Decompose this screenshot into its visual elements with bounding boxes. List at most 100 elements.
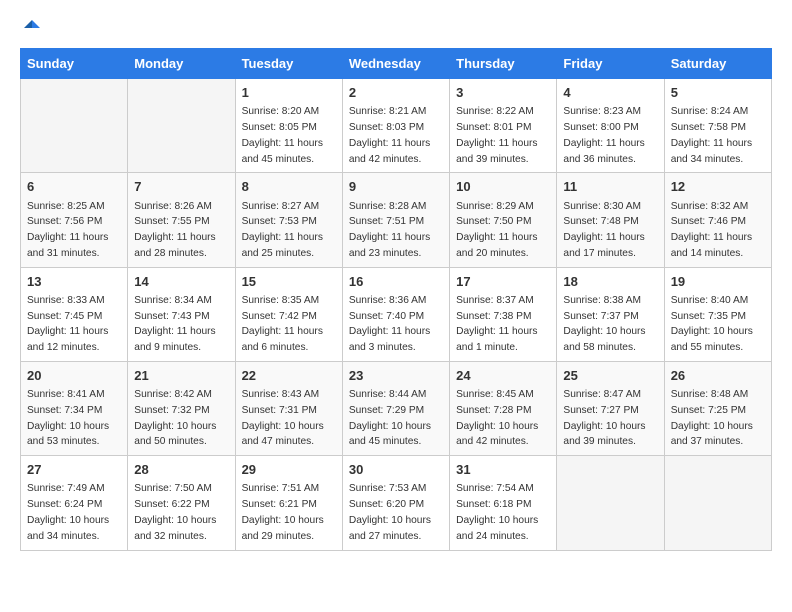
- day-number: 15: [242, 273, 336, 291]
- header-day-tuesday: Tuesday: [235, 49, 342, 79]
- day-number: 2: [349, 84, 443, 102]
- day-cell: [128, 79, 235, 173]
- day-cell: 2 Sunrise: 8:21 AM Sunset: 8:03 PM Daylig…: [342, 79, 449, 173]
- day-number: 11: [563, 178, 657, 196]
- day-number: 16: [349, 273, 443, 291]
- day-cell: 14Sunrise: 8:34 AM Sunset: 7:43 PM Dayli…: [128, 267, 235, 361]
- day-number: 17: [456, 273, 550, 291]
- header-day-saturday: Saturday: [664, 49, 771, 79]
- day-cell: 4 Sunrise: 8:23 AM Sunset: 8:00 PM Daylig…: [557, 79, 664, 173]
- day-number: 13: [27, 273, 121, 291]
- day-number: 19: [671, 273, 765, 291]
- day-cell: 7 Sunrise: 8:26 AM Sunset: 7:55 PM Daylig…: [128, 173, 235, 267]
- week-row-3: 13 Sunrise: 8:33 AM Sunset: 7:45 PM Dayli…: [21, 267, 772, 361]
- day-cell: 26 Sunrise: 8:48 AM Sunset: 7:25 PM Dayli…: [664, 361, 771, 455]
- header-day-friday: Friday: [557, 49, 664, 79]
- day-info: Sunrise: 7:51 AM Sunset: 6:21 PM Dayligh…: [242, 483, 324, 541]
- day-cell: 21Sunrise: 8:42 AM Sunset: 7:32 PM Dayli…: [128, 361, 235, 455]
- day-info: Sunrise: 8:25 AM Sunset: 7:56 PM Dayligh…: [27, 201, 108, 259]
- day-cell: 12Sunrise: 8:32 AM Sunset: 7:46 PM Dayli…: [664, 173, 771, 267]
- day-number: 8: [242, 178, 336, 196]
- day-info: Sunrise: 8:36 AM Sunset: 7:40 PM Dayligh…: [349, 295, 430, 353]
- day-number: 22: [242, 367, 336, 385]
- day-number: 31: [456, 461, 550, 479]
- day-cell: 6 Sunrise: 8:25 AM Sunset: 7:56 PM Daylig…: [21, 173, 128, 267]
- day-number: 5: [671, 84, 765, 102]
- day-number: 7: [134, 178, 228, 196]
- day-cell: 9 Sunrise: 8:28 AM Sunset: 7:51 PM Daylig…: [342, 173, 449, 267]
- day-info: Sunrise: 8:40 AM Sunset: 7:35 PM Dayligh…: [671, 295, 753, 353]
- day-info: Sunrise: 8:23 AM Sunset: 8:00 PM Dayligh…: [563, 106, 644, 164]
- day-cell: 1Sunrise: 8:20 AM Sunset: 8:05 PM Daylig…: [235, 79, 342, 173]
- day-info: Sunrise: 8:45 AM Sunset: 7:28 PM Dayligh…: [456, 389, 538, 447]
- day-info: Sunrise: 8:26 AM Sunset: 7:55 PM Dayligh…: [134, 201, 215, 259]
- day-info: Sunrise: 8:27 AM Sunset: 7:53 PM Dayligh…: [242, 201, 323, 259]
- day-info: Sunrise: 8:47 AM Sunset: 7:27 PM Dayligh…: [563, 389, 645, 447]
- day-info: Sunrise: 8:30 AM Sunset: 7:48 PM Dayligh…: [563, 201, 644, 259]
- day-info: Sunrise: 7:54 AM Sunset: 6:18 PM Dayligh…: [456, 483, 538, 541]
- week-row-2: 6 Sunrise: 8:25 AM Sunset: 7:56 PM Daylig…: [21, 173, 772, 267]
- day-info: Sunrise: 8:22 AM Sunset: 8:01 PM Dayligh…: [456, 106, 537, 164]
- day-number: 6: [27, 178, 121, 196]
- day-cell: 20 Sunrise: 8:41 AM Sunset: 7:34 PM Dayli…: [21, 361, 128, 455]
- day-cell: [557, 456, 664, 550]
- day-number: 4: [563, 84, 657, 102]
- day-info: Sunrise: 8:21 AM Sunset: 8:03 PM Dayligh…: [349, 106, 430, 164]
- day-cell: 18Sunrise: 8:38 AM Sunset: 7:37 PM Dayli…: [557, 267, 664, 361]
- day-cell: 24 Sunrise: 8:45 AM Sunset: 7:28 PM Dayli…: [450, 361, 557, 455]
- day-info: Sunrise: 7:53 AM Sunset: 6:20 PM Dayligh…: [349, 483, 431, 541]
- day-number: 10: [456, 178, 550, 196]
- calendar-table: SundayMondayTuesdayWednesdayThursdayFrid…: [20, 48, 772, 551]
- header-day-wednesday: Wednesday: [342, 49, 449, 79]
- day-info: Sunrise: 8:41 AM Sunset: 7:34 PM Dayligh…: [27, 389, 109, 447]
- day-info: Sunrise: 8:32 AM Sunset: 7:46 PM Dayligh…: [671, 201, 752, 259]
- day-cell: 30 Sunrise: 7:53 AM Sunset: 6:20 PM Dayli…: [342, 456, 449, 550]
- header-day-monday: Monday: [128, 49, 235, 79]
- day-number: 25: [563, 367, 657, 385]
- day-info: Sunrise: 8:44 AM Sunset: 7:29 PM Dayligh…: [349, 389, 431, 447]
- day-number: 28: [134, 461, 228, 479]
- day-number: 26: [671, 367, 765, 385]
- logo: [20, 20, 42, 38]
- day-info: Sunrise: 8:33 AM Sunset: 7:45 PM Dayligh…: [27, 295, 108, 353]
- day-cell: 13 Sunrise: 8:33 AM Sunset: 7:45 PM Dayli…: [21, 267, 128, 361]
- day-number: 24: [456, 367, 550, 385]
- day-cell: 16 Sunrise: 8:36 AM Sunset: 7:40 PM Dayli…: [342, 267, 449, 361]
- header-day-thursday: Thursday: [450, 49, 557, 79]
- page-header: [20, 20, 772, 38]
- day-number: 27: [27, 461, 121, 479]
- day-info: Sunrise: 8:35 AM Sunset: 7:42 PM Dayligh…: [242, 295, 323, 353]
- day-cell: 29 Sunrise: 7:51 AM Sunset: 6:21 PM Dayli…: [235, 456, 342, 550]
- day-info: Sunrise: 8:37 AM Sunset: 7:38 PM Dayligh…: [456, 295, 537, 353]
- day-cell: 23 Sunrise: 8:44 AM Sunset: 7:29 PM Dayli…: [342, 361, 449, 455]
- logo-flag-icon: [22, 18, 42, 38]
- day-number: 30: [349, 461, 443, 479]
- day-cell: 27Sunrise: 7:49 AM Sunset: 6:24 PM Dayli…: [21, 456, 128, 550]
- day-number: 23: [349, 367, 443, 385]
- day-cell: 11 Sunrise: 8:30 AM Sunset: 7:48 PM Dayli…: [557, 173, 664, 267]
- day-cell: 31 Sunrise: 7:54 AM Sunset: 6:18 PM Dayli…: [450, 456, 557, 550]
- day-number: 29: [242, 461, 336, 479]
- day-cell: 5Sunrise: 8:24 AM Sunset: 7:58 PM Daylig…: [664, 79, 771, 173]
- week-row-5: 27Sunrise: 7:49 AM Sunset: 6:24 PM Dayli…: [21, 456, 772, 550]
- day-cell: 15 Sunrise: 8:35 AM Sunset: 7:42 PM Dayli…: [235, 267, 342, 361]
- week-row-1: 1Sunrise: 8:20 AM Sunset: 8:05 PM Daylig…: [21, 79, 772, 173]
- day-number: 20: [27, 367, 121, 385]
- header-row: SundayMondayTuesdayWednesdayThursdayFrid…: [21, 49, 772, 79]
- day-cell: 19 Sunrise: 8:40 AM Sunset: 7:35 PM Dayli…: [664, 267, 771, 361]
- day-cell: 8 Sunrise: 8:27 AM Sunset: 7:53 PM Daylig…: [235, 173, 342, 267]
- day-cell: [664, 456, 771, 550]
- day-info: Sunrise: 8:28 AM Sunset: 7:51 PM Dayligh…: [349, 201, 430, 259]
- day-number: 3: [456, 84, 550, 102]
- day-info: Sunrise: 8:48 AM Sunset: 7:25 PM Dayligh…: [671, 389, 753, 447]
- day-info: Sunrise: 8:29 AM Sunset: 7:50 PM Dayligh…: [456, 201, 537, 259]
- day-cell: 3 Sunrise: 8:22 AM Sunset: 8:01 PM Daylig…: [450, 79, 557, 173]
- day-cell: [21, 79, 128, 173]
- day-number: 1: [242, 84, 336, 102]
- day-cell: 28Sunrise: 7:50 AM Sunset: 6:22 PM Dayli…: [128, 456, 235, 550]
- day-info: Sunrise: 8:43 AM Sunset: 7:31 PM Dayligh…: [242, 389, 324, 447]
- day-info: Sunrise: 8:34 AM Sunset: 7:43 PM Dayligh…: [134, 295, 215, 353]
- day-number: 9: [349, 178, 443, 196]
- day-cell: 10 Sunrise: 8:29 AM Sunset: 7:50 PM Dayli…: [450, 173, 557, 267]
- header-day-sunday: Sunday: [21, 49, 128, 79]
